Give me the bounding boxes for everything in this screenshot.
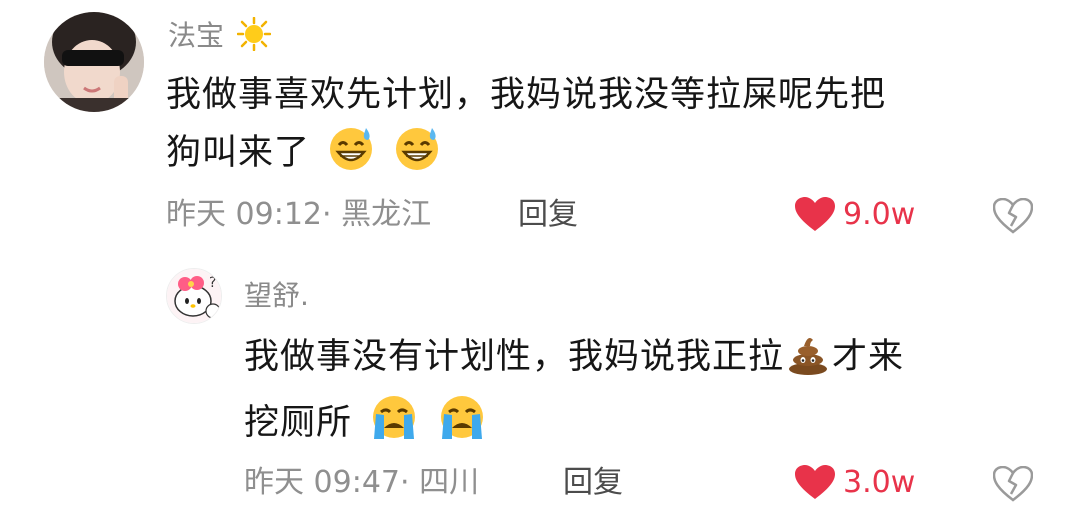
heart-icon — [795, 465, 835, 499]
comment-location: · 四川 — [400, 465, 480, 500]
poop-emoji-icon — [786, 332, 830, 392]
like-button[interactable]: 9.0w — [795, 195, 915, 235]
comment-meta: 昨天 09:47· 四川 — [244, 463, 479, 503]
avatar-image: ? — [167, 269, 221, 323]
like-count: 3.0w — [843, 465, 916, 500]
like-button[interactable]: 3.0w — [795, 463, 915, 503]
reply-button[interactable]: 回复 — [518, 195, 578, 235]
heart-icon — [795, 197, 835, 231]
avatar[interactable]: ? — [166, 268, 222, 324]
dislike-button[interactable] — [992, 197, 1034, 238]
grinning-sweat-emoji-icon — [326, 122, 376, 188]
svg-text:?: ? — [209, 275, 216, 291]
username[interactable]: 法宝 — [168, 16, 272, 60]
like-count: 9.0w — [843, 197, 916, 232]
comment-item-1: 法宝 我做事喜欢先计划，我妈说我没等拉屎呢先把 狗叫来了 昨天 09:12· 黑… — [0, 0, 1080, 260]
comment-item-2: ? 望舒. 我做事没有计划性，我妈说我正拉 才来 挖厕所 昨天 09:47· 四… — [0, 260, 1080, 519]
reply-button[interactable]: 回复 — [563, 463, 623, 503]
broken-heart-icon — [992, 197, 1034, 234]
username[interactable]: 望舒. — [244, 278, 309, 314]
comment-location: · 黑龙江 — [322, 197, 432, 232]
crying-emoji-icon — [436, 392, 488, 458]
crying-emoji-icon — [368, 392, 420, 458]
avatar-image — [44, 12, 144, 112]
comment-text: 我做事喜欢先计划，我妈说我没等拉屎呢先把 狗叫来了 — [166, 68, 1046, 188]
comment-text: 我做事没有计划性，我妈说我正拉 才来 挖厕所 — [244, 330, 1044, 458]
sun-icon — [236, 16, 272, 60]
broken-heart-icon — [992, 465, 1034, 502]
comment-time: 昨天 09:12 — [166, 197, 322, 232]
grinning-sweat-emoji-icon — [392, 122, 442, 188]
dislike-button[interactable] — [992, 465, 1034, 506]
comment-time: 昨天 09:47 — [244, 465, 400, 500]
avatar[interactable] — [44, 12, 144, 112]
comment-meta: 昨天 09:12· 黑龙江 — [166, 195, 431, 235]
